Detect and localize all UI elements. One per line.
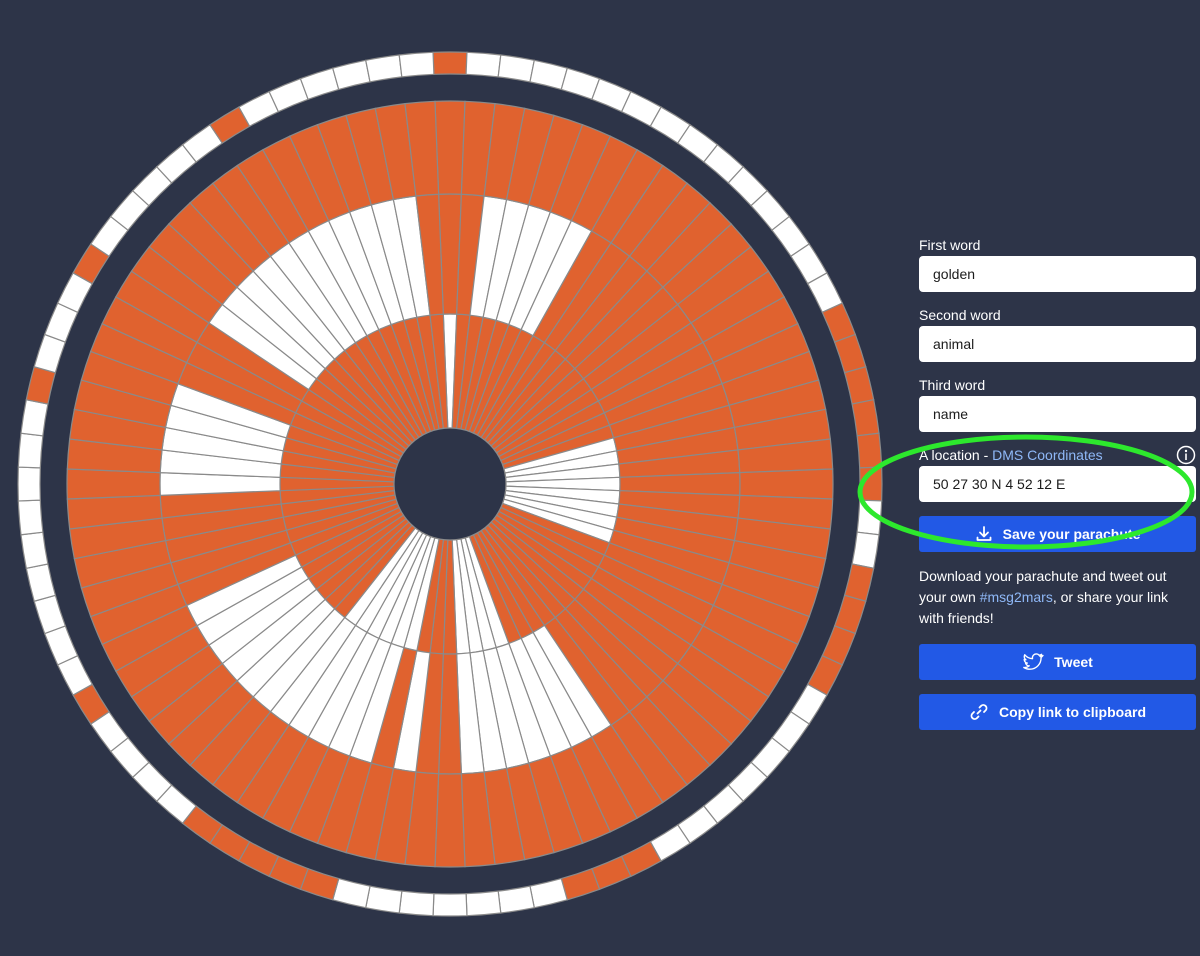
- outer-ring-cell: [833, 333, 867, 374]
- third-word-label: Third word: [919, 377, 986, 393]
- copy-link-label: Copy link to clipboard: [998, 704, 1146, 720]
- first-word-input[interactable]: [919, 256, 1196, 292]
- outer-ring-cell: [331, 877, 371, 909]
- outer-ring-cell: [398, 890, 435, 917]
- twitter-icon: [1023, 653, 1044, 670]
- tweet-label: Tweet: [1054, 654, 1093, 670]
- outer-ring-cell: [20, 399, 49, 437]
- outer-ring-cell: [497, 885, 535, 914]
- outer-ring-cell: [843, 365, 875, 405]
- outer-ring-cell: [25, 563, 57, 603]
- tweet-button[interactable]: Tweet: [919, 644, 1196, 680]
- save-parachute-button[interactable]: Save your parachute: [919, 516, 1196, 552]
- outer-ring-cell: [17, 432, 44, 469]
- outer-ring-cell: [17, 466, 41, 502]
- outer-ring-cell: [465, 51, 502, 78]
- location-input[interactable]: [919, 466, 1196, 502]
- outer-ring-cell: [299, 67, 340, 101]
- outer-ring-cell: [856, 499, 883, 536]
- canopy-gore-outer: [434, 773, 466, 868]
- outer-ring-cell: [33, 594, 67, 635]
- outer-ring-cell: [856, 432, 883, 469]
- canopy-gore-outer: [66, 468, 161, 500]
- copy-link-button[interactable]: Copy link to clipboard: [919, 694, 1196, 730]
- outer-ring-cell: [529, 877, 569, 909]
- location-label-text: A location -: [919, 447, 993, 463]
- outer-ring-cell: [25, 365, 57, 405]
- outer-ring-cell: [529, 59, 569, 91]
- outer-ring-cell: [851, 531, 880, 569]
- info-icon[interactable]: [1176, 445, 1196, 465]
- download-icon: [976, 526, 992, 541]
- outer-ring-cell: [560, 867, 601, 901]
- first-word-label: First word: [919, 237, 981, 253]
- outer-ring-cell: [497, 54, 535, 83]
- parachute-canopy: [17, 51, 883, 917]
- canopy-gore-outer: [739, 468, 834, 500]
- outer-ring-cell: [365, 54, 403, 83]
- outer-ring-cell: [465, 890, 502, 917]
- outer-ring-cell: [331, 59, 371, 91]
- outer-ring-cell: [17, 499, 44, 536]
- save-parachute-label: Save your parachute: [1002, 526, 1141, 542]
- outer-ring-cell: [20, 531, 49, 569]
- center-vent: [393, 427, 507, 541]
- outer-ring-cell: [398, 51, 435, 78]
- outer-ring-cell: [432, 51, 468, 75]
- second-word-input[interactable]: [919, 326, 1196, 362]
- third-word-input[interactable]: [919, 396, 1196, 432]
- outer-ring-cell: [859, 466, 883, 502]
- dms-coordinates-link[interactable]: DMS Coordinates: [992, 447, 1103, 463]
- location-label: A location - DMS Coordinates: [919, 446, 1196, 464]
- outer-ring-cell: [843, 563, 875, 603]
- hashtag-link[interactable]: #msg2mars: [980, 589, 1053, 605]
- outer-ring-cell: [365, 885, 403, 914]
- outer-ring-cell: [851, 399, 880, 437]
- second-word-label: Second word: [919, 307, 1001, 323]
- outer-ring-cell: [432, 893, 468, 917]
- link-icon: [970, 704, 988, 720]
- canopy-gore-outer: [434, 100, 466, 195]
- parachute-form-panel: First word Second word Third word A loca…: [919, 236, 1196, 730]
- share-instructions: Download your parachute and tweet out yo…: [919, 566, 1196, 629]
